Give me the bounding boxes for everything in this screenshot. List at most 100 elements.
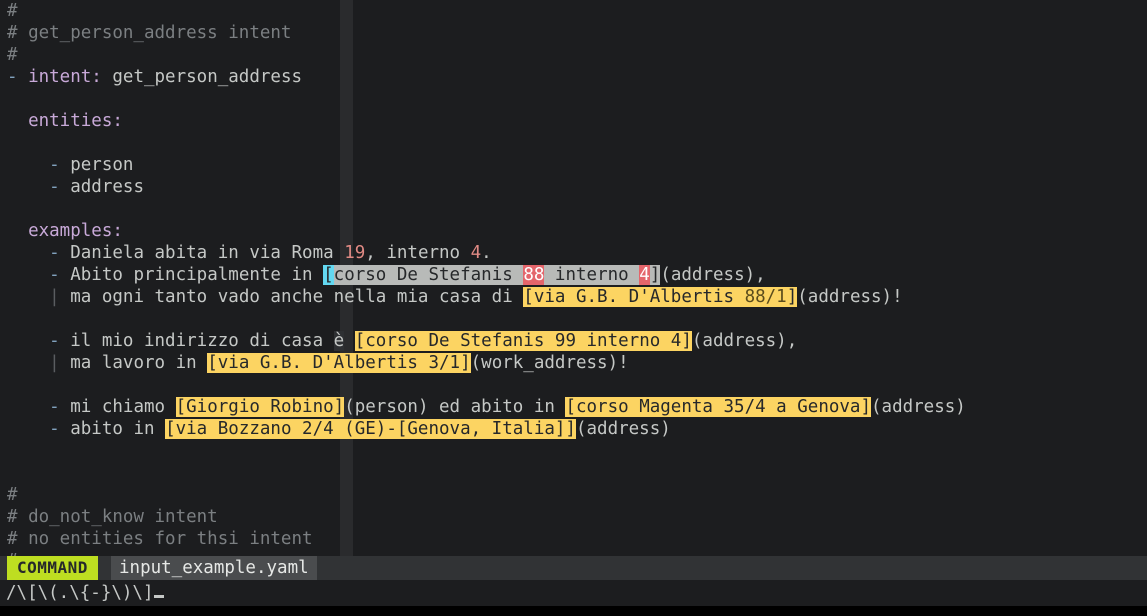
buffer-line[interactable]: - address	[0, 176, 1147, 198]
buffer-token: -	[49, 419, 60, 439]
buffer-token: [corso Magenta 35/4 a Genova]	[565, 397, 871, 417]
buffer-lines[interactable]: # # get_person_address intent # - intent: g…	[0, 0, 1147, 556]
buffer-token: ma lavoro in	[59, 353, 208, 373]
status-bar: COMMAND input_example.yaml	[0, 556, 1147, 580]
buffer-line[interactable]: #	[0, 0, 1147, 22]
buffer-token	[7, 397, 49, 417]
buffer-token	[7, 155, 49, 175]
filename-label: input_example.yaml	[111, 556, 317, 580]
buffer-token: #	[7, 485, 18, 505]
buffer-token: ]	[649, 265, 661, 285]
buffer-token: 88	[523, 265, 545, 285]
text-buffer[interactable]: # # get_person_address intent # - intent: g…	[0, 0, 1147, 556]
buffer-line[interactable]: #	[0, 550, 1147, 556]
buffer-token: -	[49, 243, 60, 263]
buffer-token: 4	[470, 243, 482, 263]
buffer-token: (address),	[691, 331, 798, 351]
buffer-token	[7, 177, 49, 197]
buffer-line[interactable]: entities:	[0, 110, 1147, 132]
buffer-token: # get_person_address intent	[7, 23, 292, 43]
buffer-token: examples	[28, 221, 113, 241]
buffer-line[interactable]: | ma lavoro in [via G.B. D'Albertis 3/1]…	[0, 352, 1147, 374]
buffer-token: interno	[544, 265, 640, 285]
buffer-line[interactable]: - mi chiamo [Giorgio Robino](person) ed …	[0, 396, 1147, 418]
mode-indicator: COMMAND	[7, 556, 98, 580]
buffer-token: [via Bozzano 2/4 (GE)-[Genova, Italia]]	[165, 419, 576, 439]
buffer-line[interactable]: - person	[0, 154, 1147, 176]
buffer-line[interactable]: # get_person_address intent	[0, 22, 1147, 44]
buffer-token: :	[112, 221, 123, 241]
buffer-token: -	[49, 397, 60, 417]
buffer-line[interactable]: - abito in [via Bozzano 2/4 (GE)-[Genova…	[0, 418, 1147, 440]
buffer-token: .	[481, 243, 492, 263]
buffer-token: il mio indirizzo di casa	[59, 331, 334, 351]
buffer-token: [	[323, 265, 334, 285]
buffer-token: (work_address)!	[470, 353, 629, 373]
buffer-token: 88/1	[744, 287, 787, 307]
editor-window: # # get_person_address intent # - intent: g…	[0, 0, 1147, 616]
buffer-token: address	[59, 177, 144, 197]
buffer-line[interactable]: examples:	[0, 220, 1147, 242]
buffer-line[interactable]	[0, 374, 1147, 396]
buffer-line[interactable]: | ma ogni tanto vado anche nella mia cas…	[0, 286, 1147, 308]
command-line[interactable]: /\[\(.\{-}\)\]	[0, 580, 1147, 606]
buffer-token: -	[7, 67, 29, 87]
buffer-token: ma ogni tanto vado anche nella mia casa …	[59, 287, 524, 307]
buffer-token: [corso De Stefanis 99 interno 4]	[354, 331, 692, 351]
command-line-cursor	[153, 595, 164, 598]
buffer-token: -	[49, 155, 60, 175]
buffer-token: :	[91, 67, 102, 87]
buffer-token: (address)	[575, 419, 671, 439]
buffer-token: (address)	[871, 397, 966, 417]
buffer-token: abito in	[59, 419, 166, 439]
buffer-token	[7, 419, 49, 439]
buffer-token	[7, 243, 49, 263]
buffer-token: corso De Stefanis	[333, 265, 524, 285]
buffer-token	[7, 221, 28, 241]
buffer-token: -	[49, 177, 60, 197]
buffer-token	[7, 265, 49, 285]
command-line-text: /\[\(.\{-}\)\]	[6, 583, 154, 603]
buffer-token: 19	[344, 243, 366, 263]
buffer-line[interactable]	[0, 462, 1147, 484]
buffer-line[interactable]: #	[0, 484, 1147, 506]
buffer-line[interactable]	[0, 88, 1147, 110]
buffer-line[interactable]	[0, 308, 1147, 330]
buffer-token: # no entities for thsi intent	[7, 529, 313, 549]
buffer-line[interactable]	[0, 440, 1147, 462]
buffer-token: mi chiamo	[59, 397, 176, 417]
buffer-line[interactable]: # do_not_know intent	[0, 506, 1147, 528]
buffer-token	[7, 111, 28, 131]
buffer-token: intent	[28, 67, 92, 87]
buffer-token: è	[333, 331, 345, 351]
buffer-line[interactable]: - intent: get_person_address	[0, 66, 1147, 88]
buffer-token: [via G.B. D'Albertis 3/1]	[207, 353, 471, 373]
buffer-line[interactable]: - Abito principalmente in [corso De Stef…	[0, 264, 1147, 286]
buffer-token: #	[7, 1, 18, 21]
buffer-token: #	[7, 45, 18, 65]
buffer-line[interactable]: - Daniela abita in via Roma 19, interno …	[0, 242, 1147, 264]
buffer-token: (address)!	[797, 287, 903, 307]
buffer-token: [Giorgio Robino]	[175, 397, 345, 417]
buffer-line[interactable]: #	[0, 44, 1147, 66]
buffer-token: # do_not_know intent	[7, 507, 218, 527]
buffer-token: |	[49, 287, 60, 307]
buffer-token: #	[7, 551, 18, 556]
buffer-token: person	[59, 155, 134, 175]
buffer-token	[7, 287, 49, 307]
buffer-token	[7, 331, 49, 351]
buffer-token: ]	[786, 287, 798, 307]
buffer-token: , interno	[365, 243, 471, 263]
buffer-token: -	[49, 265, 60, 285]
buffer-token: get_person_address	[101, 67, 303, 87]
buffer-line[interactable]: # no entities for thsi intent	[0, 528, 1147, 550]
buffer-token: Abito principalmente in	[59, 265, 324, 285]
buffer-token: :	[112, 111, 123, 131]
window-bottom-edge	[0, 606, 1147, 616]
buffer-line[interactable]	[0, 132, 1147, 154]
buffer-token: 4	[639, 265, 650, 285]
buffer-token	[7, 353, 49, 373]
buffer-line[interactable]: - il mio indirizzo di casa è [corso De S…	[0, 330, 1147, 352]
buffer-line[interactable]	[0, 198, 1147, 220]
buffer-token: -	[49, 331, 60, 351]
